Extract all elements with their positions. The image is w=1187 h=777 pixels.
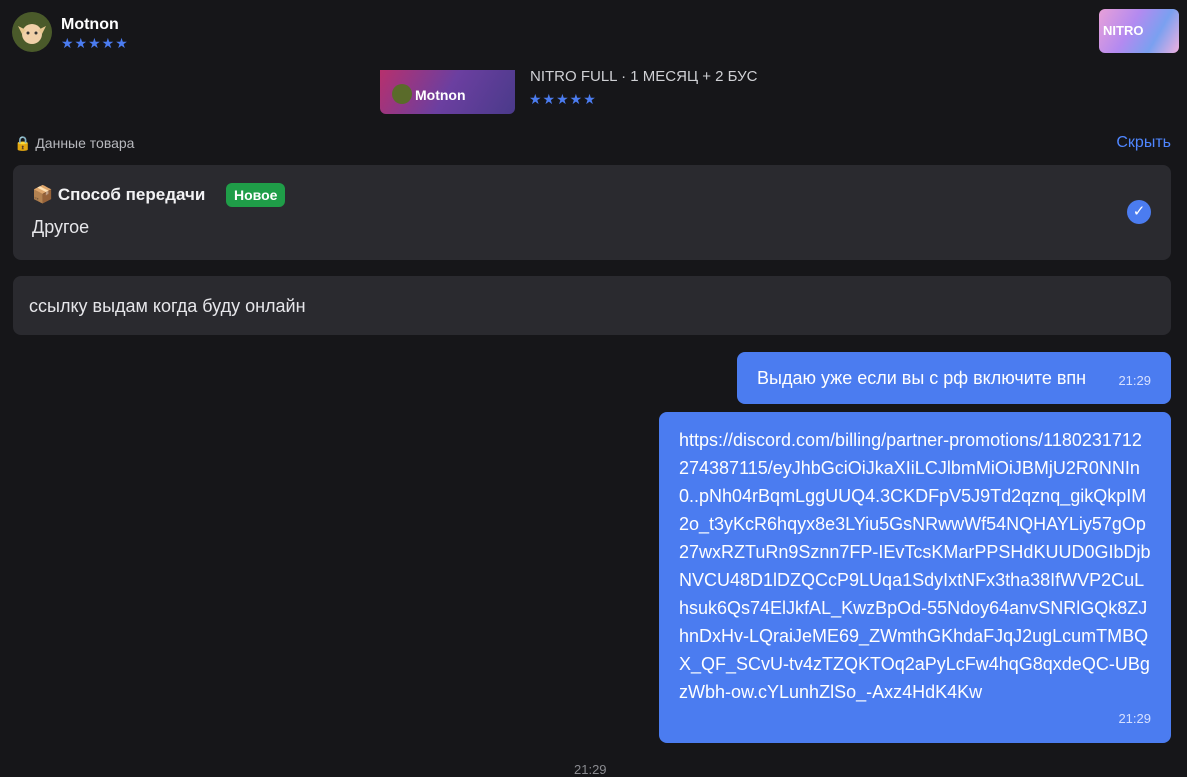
seller-note-card: ссылку выдам когда буду онлайн (13, 276, 1171, 335)
nitro-thumb-label: NITRO (1103, 23, 1144, 38)
seller-note-text: ссылку выдам когда буду онлайн (29, 296, 306, 316)
message-time: 21:29 (1118, 373, 1151, 388)
product-banner[interactable]: Motnon (380, 70, 515, 114)
product-rating-stars: ★★★★★ (529, 91, 597, 107)
delivery-method-value: Другое (32, 217, 90, 237)
hide-button[interactable]: Скрыть (1116, 134, 1171, 152)
timestamp: 21:29 (574, 762, 607, 777)
check-icon: ✓ (1127, 200, 1151, 224)
delivery-method-card: 📦 Способ передачи Новое Другое ✓ (13, 165, 1171, 260)
seller-rating-stars: ★★★★★ (61, 35, 129, 51)
seller-name[interactable]: Motnon (61, 16, 119, 34)
message-bubble-link: https://discord.com/billing/partner-prom… (659, 412, 1171, 743)
banner-avatar (392, 84, 412, 104)
discord-link[interactable]: https://discord.com/billing/partner-prom… (679, 426, 1151, 706)
message-bubble: Выдаю уже если вы с рф включите впн 21:2… (737, 352, 1171, 404)
seller-avatar[interactable] (12, 12, 52, 52)
product-data-label: 🔒 Данные товара (14, 135, 135, 151)
product-title[interactable]: NITRO FULL · 1 МЕСЯЦ + 2 БУС (530, 68, 800, 85)
delivery-method-title: 📦 Способ передачи (32, 185, 206, 204)
banner-label: Motnon (415, 87, 466, 103)
message-time: 21:29 (1118, 711, 1151, 726)
message-text: Выдаю уже если вы с рф включите впн (757, 368, 1087, 388)
new-badge: Новое (226, 183, 286, 207)
nitro-product-thumbnail[interactable]: NITRO (1099, 9, 1179, 53)
chat-header: Motnon ★★★★★ NITRO (0, 0, 1187, 68)
